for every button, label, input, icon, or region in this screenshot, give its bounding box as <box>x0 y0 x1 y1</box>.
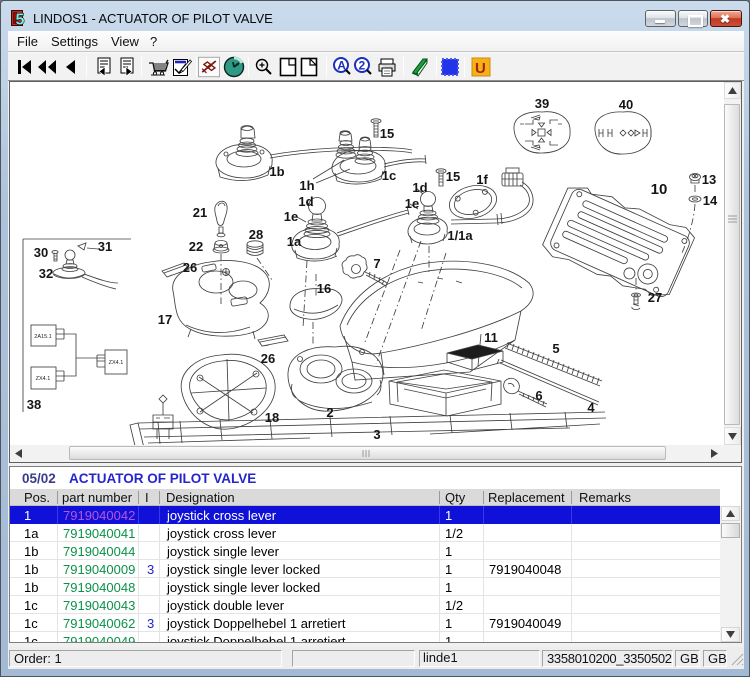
svg-text:21: 21 <box>193 205 207 220</box>
svg-text:39: 39 <box>535 96 549 111</box>
svg-text:1f: 1f <box>476 172 488 187</box>
svg-text:1d: 1d <box>412 180 427 195</box>
svg-text:1b: 1b <box>269 164 284 179</box>
svg-text:1h: 1h <box>299 178 314 193</box>
svg-text:2: 2 <box>359 59 366 73</box>
svg-text:1a: 1a <box>287 234 302 249</box>
svg-text:10: 10 <box>651 181 668 198</box>
svg-text:38: 38 <box>27 397 41 412</box>
svg-text:1e: 1e <box>405 196 419 211</box>
svg-text:7: 7 <box>373 256 380 271</box>
svg-text:26: 26 <box>183 260 197 275</box>
svg-text:40: 40 <box>619 97 633 112</box>
svg-text:15: 15 <box>446 169 460 184</box>
svg-text:11: 11 <box>484 330 498 345</box>
svg-text:4: 4 <box>587 400 595 415</box>
svg-text:3: 3 <box>373 427 380 442</box>
svg-text:A: A <box>337 59 346 73</box>
svg-text:5: 5 <box>16 12 25 28</box>
svg-text:6: 6 <box>535 388 542 403</box>
svg-text:27: 27 <box>648 290 662 305</box>
svg-text:28: 28 <box>249 227 263 242</box>
svg-text:ZX4.1: ZX4.1 <box>36 376 51 382</box>
svg-text:32: 32 <box>39 266 53 281</box>
svg-text:2: 2 <box>326 405 333 420</box>
svg-text:1/1a: 1/1a <box>447 228 473 243</box>
svg-text:22: 22 <box>189 239 203 254</box>
svg-text:5: 5 <box>552 341 559 356</box>
svg-text:31: 31 <box>98 239 112 254</box>
svg-text:1e: 1e <box>284 209 298 224</box>
svg-text:U: U <box>475 60 486 77</box>
svg-text:1d: 1d <box>298 194 313 209</box>
svg-text:18: 18 <box>265 410 279 425</box>
svg-text:14: 14 <box>703 193 718 208</box>
svg-text:16: 16 <box>317 281 331 296</box>
svg-text:26: 26 <box>261 351 275 366</box>
svg-text:ZX4.1: ZX4.1 <box>109 360 124 366</box>
svg-text:15: 15 <box>380 126 394 141</box>
svg-text:13: 13 <box>702 172 716 187</box>
svg-text:2A15.1: 2A15.1 <box>34 334 51 340</box>
svg-text:30: 30 <box>34 245 48 260</box>
svg-text:1c: 1c <box>382 168 396 183</box>
svg-text:17: 17 <box>158 312 172 327</box>
